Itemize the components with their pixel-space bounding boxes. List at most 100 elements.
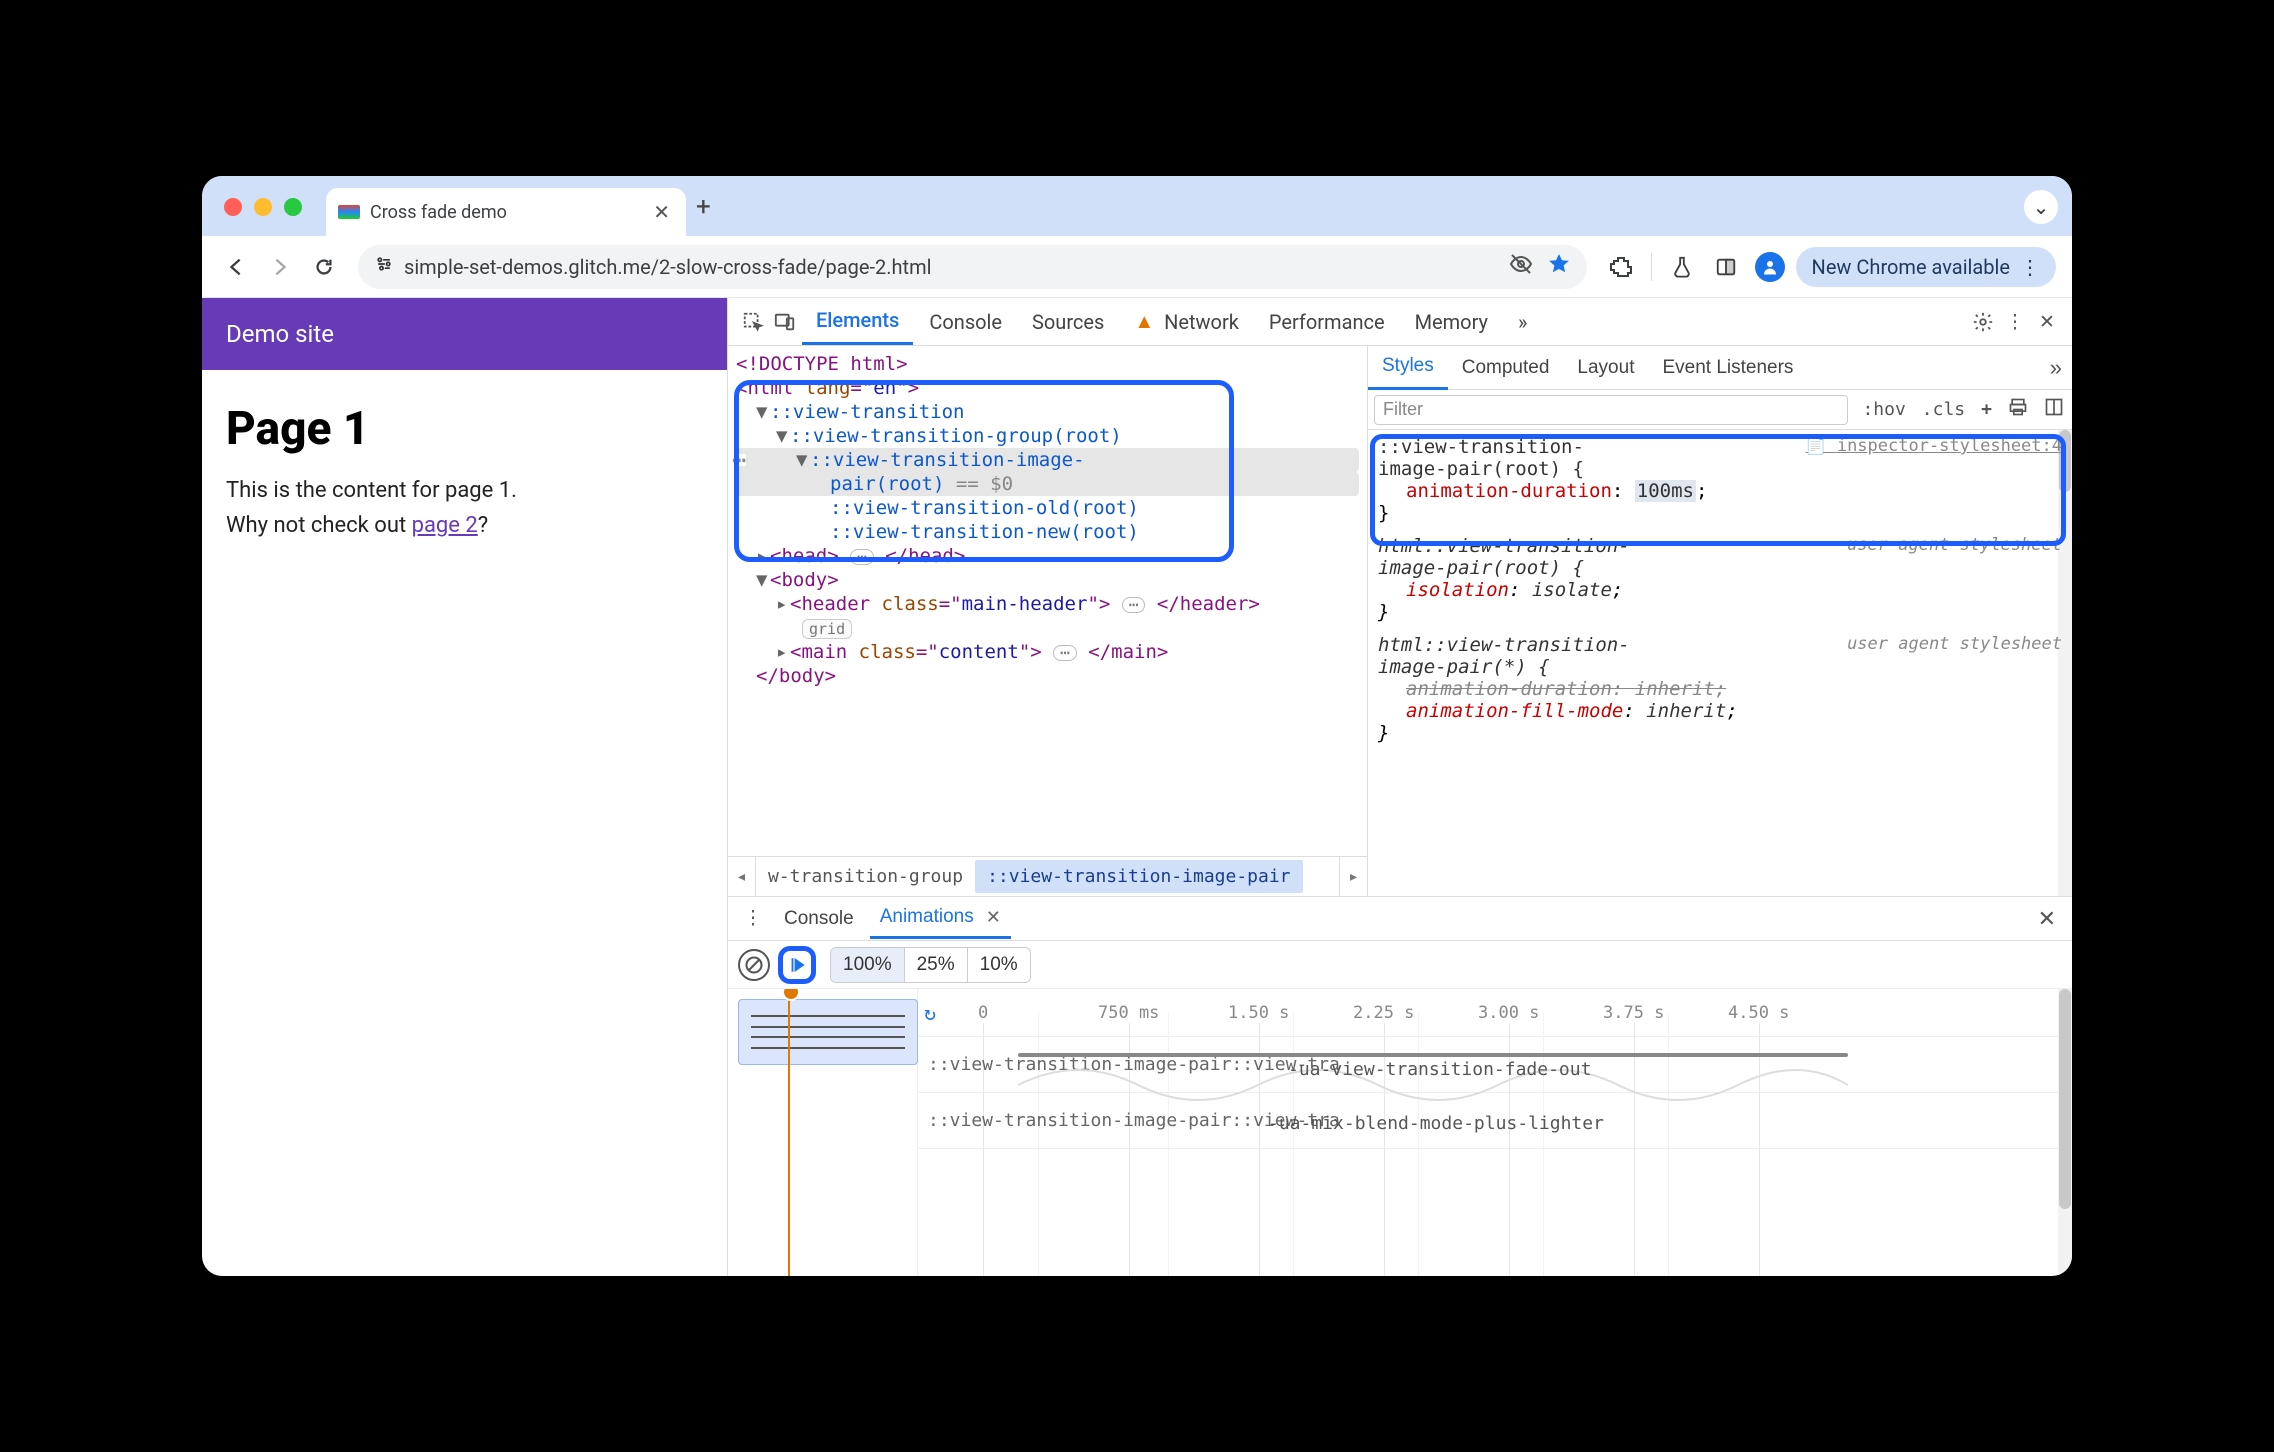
page-link[interactable]: page 2 [412,513,478,538]
eye-off-icon[interactable] [1509,252,1533,281]
window-controls [224,198,302,216]
url-input[interactable]: simple-set-demos.glitch.me/2-slow-cross-… [358,245,1587,289]
breadcrumb-item-active[interactable]: ::view-transition-image-pair [975,860,1302,893]
page-body: Page 1 This is the content for page 1. W… [202,370,727,572]
tick: 3.00 s [1478,1003,1539,1023]
vt-node[interactable]: ::view-transition [770,401,964,423]
experiments-icon[interactable] [1664,249,1700,285]
extensions-icon[interactable] [1603,249,1639,285]
css-declaration[interactable]: animation-duration: 100ms; [1378,480,2062,502]
drawer-tab-animations[interactable]: Animations✕ [870,898,1011,939]
tab-memory[interactable]: Memory [1401,300,1502,344]
scrollbar-thumb[interactable] [2059,989,2071,1209]
tab-bar: Cross fade demo ✕ + ⌄ [202,176,2072,236]
editable-value[interactable]: 100ms [1635,480,1696,502]
page-paragraph-1: This is the content for page 1. [226,478,703,503]
grid-badge[interactable]: grid [802,619,852,639]
close-window-button[interactable] [224,198,242,216]
animation-track[interactable]: ::view-transition-image-pair::view-tra -… [918,1037,2072,1093]
tick: 0 [978,1003,988,1023]
scrollbar[interactable] [2058,989,2072,1276]
styles-tab-eventlisteners[interactable]: Event Listeners [1648,347,1807,389]
css-declaration: animation-fill-mode: inherit; [1378,700,2062,722]
new-rule-button[interactable]: + [1973,399,2000,420]
bookmark-star-icon[interactable] [1547,252,1571,281]
tick: 4.50 s [1728,1003,1789,1023]
playhead[interactable] [788,989,790,1276]
site-settings-icon[interactable] [374,254,394,279]
breadcrumb-item[interactable]: w-transition-group [756,860,975,893]
styles-tab-styles[interactable]: Styles [1368,346,1448,390]
drawer-kebab-icon[interactable]: ⋮ [738,904,768,934]
cls-button[interactable]: .cls [1914,399,1973,420]
rule-source-ua: user agent stylesheet [1847,634,2062,654]
vtn-node[interactable]: ::view-transition-new(root) [830,521,1139,543]
styles-filter-input[interactable]: Filter [1374,395,1848,425]
replay-icon[interactable]: ↻ [924,1001,936,1025]
profile-avatar[interactable] [1752,249,1788,285]
close-drawer-tab-icon[interactable]: ✕ [986,907,1001,928]
tick: 2.25 s [1353,1003,1414,1023]
vto-node[interactable]: ::view-transition-old(root) [830,497,1139,519]
panel-layout-icon[interactable] [2036,397,2072,422]
page-preview: Demo site Page 1 This is the content for… [202,298,727,1276]
styles-tab-computed[interactable]: Computed [1448,347,1564,389]
forward-button[interactable] [262,249,298,285]
inspect-element-icon[interactable] [738,307,768,337]
tab-overflow-button[interactable]: ⌄ [2024,190,2058,224]
css-rules[interactable]: 📄 inspector-stylesheet:4 ::view-transiti… [1368,430,2072,896]
devtools-drawer: ⋮ Console Animations✕ ✕ 100% 25% 10% [728,896,2072,1276]
browser-tab[interactable]: Cross fade demo ✕ [326,188,686,236]
rule-source-link[interactable]: 📄 inspector-stylesheet:4 [1805,436,2062,456]
tab-close-button[interactable]: ✕ [653,200,670,224]
speed-25[interactable]: 25% [905,948,968,982]
animation-group-thumb[interactable] [738,999,918,1065]
devtools-panel: Elements Console Sources ▲Network Perfor… [727,298,2072,1276]
tab-network[interactable]: ▲Network [1120,299,1253,344]
tab-console[interactable]: Console [915,300,1016,344]
animation-track[interactable]: ::view-transition-image-pair::view-tra -… [918,1093,2072,1149]
tab-sources[interactable]: Sources [1018,300,1118,344]
drawer-tab-console[interactable]: Console [774,900,864,938]
styles-toolbar: Filter :hov .cls + [1368,390,2072,430]
clear-animations-button[interactable] [738,949,770,981]
breadcrumb-scroll-right[interactable]: ▸ [1339,857,1367,896]
styles-tab-layout[interactable]: Layout [1563,347,1648,389]
print-icon[interactable] [2000,397,2036,422]
hov-button[interactable]: :hov [1854,399,1913,420]
new-tab-button[interactable]: + [696,192,711,222]
warning-icon: ▲ [1134,309,1154,334]
close-drawer-button[interactable]: ✕ [2032,906,2062,932]
tab-performance[interactable]: Performance [1255,300,1399,344]
back-button[interactable] [218,249,254,285]
minimize-window-button[interactable] [254,198,272,216]
kebab-menu-icon[interactable]: ⋮ [2000,307,2030,337]
css-rule: 📄 inspector-stylesheet:4 ::view-transiti… [1378,434,2062,527]
animations-timeline[interactable]: ↻ 0 750 ms 1.50 s 2.25 s 3.00 s 3.75 s [918,989,2072,1037]
speed-10[interactable]: 10% [968,948,1030,982]
play-pause-button[interactable] [778,946,816,984]
tab-elements[interactable]: Elements [802,298,913,345]
dom-breadcrumb: ◂ w-transition-group ::view-transition-i… [728,856,1367,896]
animation-groups [728,989,918,1276]
breadcrumb-scroll-left[interactable]: ◂ [728,857,756,896]
panel-toggle-icon[interactable] [1708,249,1744,285]
selected-dom-node[interactable]: ⋯▼::view-transition-image- [736,448,1359,472]
settings-gear-icon[interactable] [1968,307,1998,337]
device-toolbar-icon[interactable] [770,307,800,337]
animation-name-label: -ua-mix-blend-mode-plus-lighter [1268,1113,1604,1134]
dom-tree[interactable]: <!DOCTYPE html> <html lang="en"> ▼::view… [728,346,1367,856]
kebab-icon: ⋮ [2020,255,2040,279]
animations-toolbar: 100% 25% 10% [728,941,2072,989]
update-chrome-pill[interactable]: New Chrome available ⋮ [1796,247,2056,287]
speed-100[interactable]: 100% [831,948,905,982]
tab-overflow[interactable]: » [1504,300,1541,344]
close-devtools-icon[interactable]: ✕ [2032,307,2062,337]
tab-title: Cross fade demo [370,202,507,223]
styles-overflow[interactable]: » [2040,355,2072,381]
animation-tracks: ::view-transition-image-pair::view-tra -… [918,1037,2072,1276]
maximize-window-button[interactable] [284,198,302,216]
reload-button[interactable] [306,249,342,285]
css-rule: user agent stylesheet html::view-transit… [1378,632,2062,747]
vtg-node[interactable]: ::view-transition-group(root) [790,425,1122,447]
